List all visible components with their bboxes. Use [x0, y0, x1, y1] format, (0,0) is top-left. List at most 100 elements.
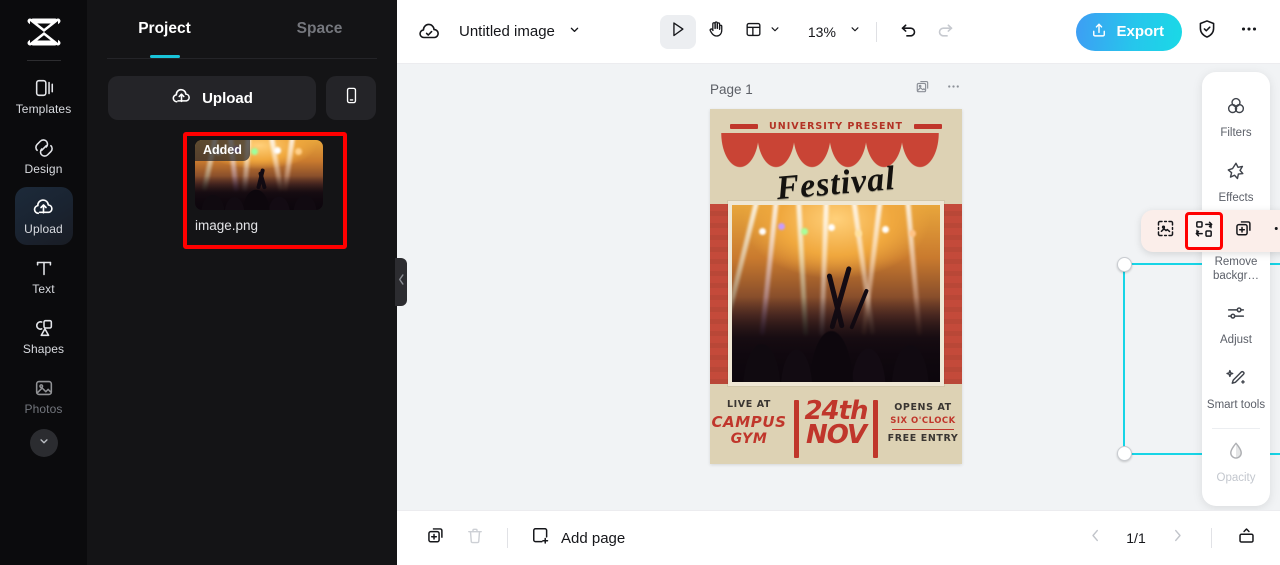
rail-divider [26, 60, 61, 61]
concert-photo-art [732, 205, 940, 382]
project-panel: Project Space Upload Added image.png [87, 0, 407, 565]
resize-handle-bottom-left[interactable] [1117, 446, 1132, 461]
poster-footer: LIVE AT CAMPUS GYM 24th NOV OPENS AT SIX… [710, 388, 962, 458]
export-button-label: Export [1116, 23, 1164, 40]
poster-underline [892, 428, 954, 431]
main-area: Untitled image 13% Export Page 1 UNIVERS… [397, 0, 1280, 565]
undo-icon [899, 19, 919, 44]
poster-opens-time: SIX O'CLOCK [890, 415, 956, 426]
cloud-saved-icon[interactable] [417, 20, 441, 44]
page-indicator: 1/1 [1126, 530, 1146, 546]
tab-space[interactable]: Space [242, 0, 397, 58]
tool-label: Remove backgr… [1212, 256, 1260, 282]
upload-button[interactable]: Upload [108, 76, 316, 120]
sidebar-item-templates[interactable]: Templates [15, 67, 73, 125]
redo-button[interactable] [927, 15, 963, 49]
chevron-down-icon [37, 434, 51, 453]
hand-tool-button[interactable] [698, 15, 734, 49]
poster-date-month: NOV [805, 420, 867, 450]
bottom-toolbar: Add page 1/1 [397, 510, 1280, 565]
upload-cloud-icon [171, 86, 192, 111]
upload-cloud-icon [32, 196, 55, 219]
sidebar-item-design[interactable]: Design [15, 127, 73, 185]
poster-canvas[interactable]: UNIVERSITY PRESENT Festival LIVE AT CAMP… [710, 109, 962, 464]
trash-icon [465, 526, 485, 551]
resize-handle-top-left[interactable] [1117, 257, 1132, 272]
opacity-drop-icon [1225, 440, 1247, 467]
tool-opacity[interactable]: Opacity [1202, 431, 1270, 496]
document-title-dropdown[interactable] [567, 22, 582, 42]
sidebar-item-upload[interactable]: Upload [14, 187, 73, 245]
sidebar-item-photos[interactable]: Photos [15, 367, 73, 425]
export-button[interactable]: Export [1076, 12, 1182, 51]
delete-page-button[interactable] [457, 521, 493, 555]
tool-label: Filters [1220, 127, 1252, 139]
poster-date-block: 24th NOV [788, 396, 884, 458]
sliders-icon [1225, 302, 1247, 329]
duplicate-plus-icon [425, 525, 446, 551]
design-icon [33, 137, 55, 159]
zoom-dropdown[interactable] [848, 22, 862, 41]
tool-effects[interactable]: Effects [1202, 151, 1270, 216]
capcut-editor-window: Templates Design Upload Text Shapes Phot… [0, 0, 1280, 565]
zoom-level[interactable]: 13% [808, 24, 836, 40]
chevron-down-icon [848, 22, 862, 41]
sidebar-item-label: Shapes [22, 341, 65, 356]
sidebar-item-shapes[interactable]: Shapes [15, 307, 73, 365]
chevron-down-icon [567, 22, 582, 42]
rail-items: Templates Design Upload Text Shapes Phot… [0, 67, 87, 457]
tool-filters[interactable]: Filters [1202, 86, 1270, 151]
document-title[interactable]: Untitled image [459, 23, 555, 40]
select-tool-button[interactable] [659, 14, 696, 49]
asset-item-image-png[interactable]: Added image.png [191, 140, 339, 241]
filters-circles-icon [1225, 95, 1247, 122]
duplicate-button[interactable] [1225, 214, 1261, 248]
add-page-button[interactable]: Add page [530, 525, 625, 551]
duplicate-page-button[interactable] [417, 521, 453, 555]
share-up-icon [1090, 21, 1108, 43]
more-button[interactable] [1263, 214, 1280, 248]
more-horizontal-icon [1238, 18, 1260, 45]
poster-venue-name-2: GYM [730, 431, 768, 447]
capcut-logo-icon[interactable] [22, 14, 66, 50]
top-toolbar: Untitled image 13% Export [397, 0, 1280, 64]
mobile-upload-button[interactable] [326, 76, 376, 120]
tool-label: Opacity [1216, 472, 1256, 485]
bottom-right-group: 1/1 [1077, 521, 1264, 555]
crop-button[interactable] [1147, 214, 1183, 248]
sidebar-item-label: Text [32, 281, 55, 296]
prev-page-button[interactable] [1077, 521, 1113, 555]
upload-row: Upload [87, 59, 397, 120]
more-options-button[interactable] [1232, 15, 1266, 49]
templates-icon [33, 77, 55, 99]
chevron-left-icon [1087, 527, 1104, 549]
next-page-button[interactable] [1159, 521, 1195, 555]
shield-check-button[interactable] [1190, 15, 1224, 49]
panel-collapse-handle[interactable] [395, 258, 407, 306]
duplicate-image-icon[interactable] [914, 78, 931, 100]
page-header: Page 1 [710, 78, 962, 100]
rail-expand-more-button[interactable] [29, 429, 58, 457]
tool-label: Adjust [1220, 334, 1252, 347]
expand-panel-button[interactable] [1228, 521, 1264, 555]
left-nav-rail: Templates Design Upload Text Shapes Phot… [0, 0, 87, 565]
more-horizontal-icon[interactable] [945, 78, 962, 100]
tool-smart-tools[interactable]: Smart tools [1202, 358, 1270, 423]
canvas-area[interactable]: Page 1 UNIVERSITY PRESENT Festival LIVE … [397, 64, 1280, 510]
redo-icon [935, 19, 955, 44]
layout-tool-button[interactable] [736, 15, 786, 49]
undo-button[interactable] [891, 15, 927, 49]
replace-button[interactable] [1185, 212, 1223, 250]
tab-project[interactable]: Project [87, 0, 242, 58]
sidebar-item-text[interactable]: Text [15, 247, 73, 305]
asset-thumbnail[interactable]: Added [195, 140, 323, 210]
image-context-toolbar [1141, 210, 1280, 252]
poster-opens-block: OPENS AT SIX O'CLOCK FREE ENTRY [884, 402, 962, 445]
page-header-actions [914, 78, 962, 100]
tool-adjust[interactable]: Adjust [1202, 293, 1270, 358]
tool-label: Effects [1218, 191, 1254, 204]
sidebar-item-label: Upload [24, 222, 63, 236]
panel-expand-icon [1236, 525, 1257, 551]
poster-photo[interactable] [728, 201, 944, 386]
right-tool-panel: Filters Effects Remove backgr… Adjust Sm… [1202, 72, 1270, 506]
